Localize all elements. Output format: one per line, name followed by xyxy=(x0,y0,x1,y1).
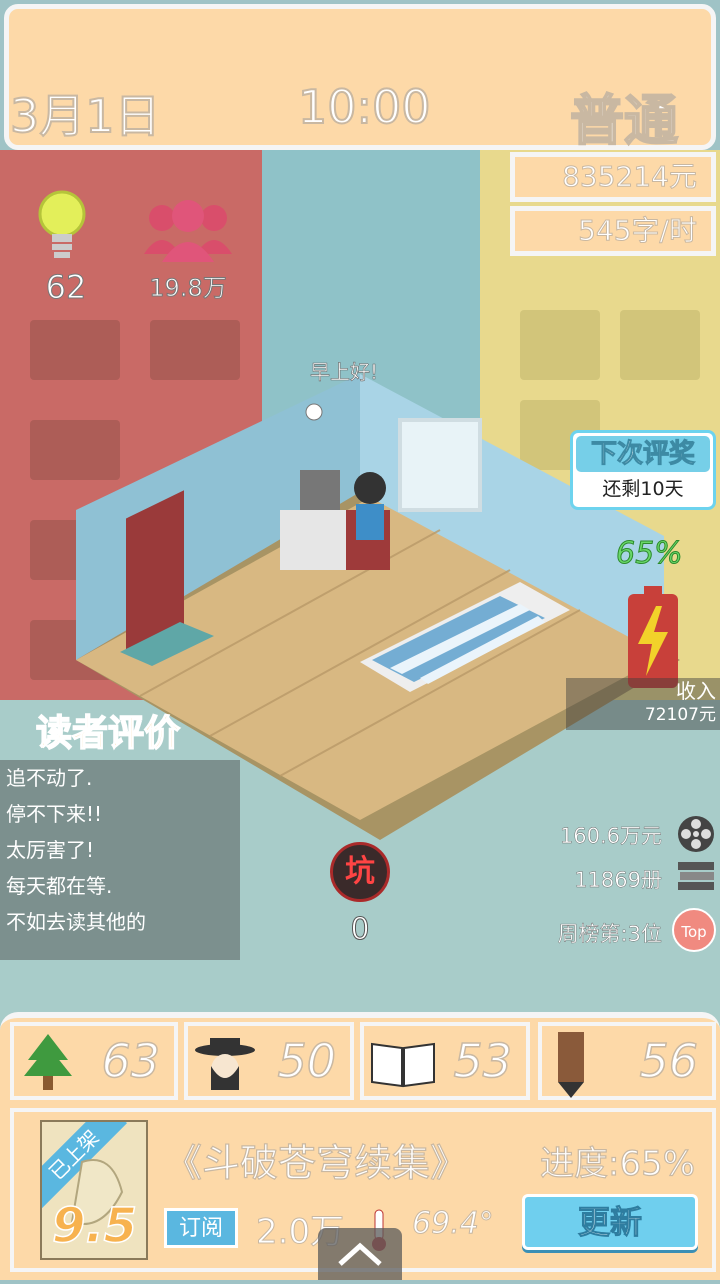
income-panel: 收入 72107元 xyxy=(566,678,720,730)
book-score: 9.5 xyxy=(51,1197,138,1255)
tree-icon xyxy=(24,1034,72,1090)
reader-reviews-list: 追不动了. 停不下来!! 太厉害了! 每天都在等. 不如去读其他的 xyxy=(0,760,240,960)
books-stack-icon xyxy=(678,862,714,890)
pit-button[interactable]: 坑 xyxy=(330,842,390,902)
reader-reviews-title: 读者评价 xyxy=(35,712,181,755)
chevron-up-icon xyxy=(338,1242,382,1266)
film-reel-icon xyxy=(678,816,714,852)
attribute-tree[interactable]: 63 xyxy=(10,1022,178,1100)
energy-percent: 65% xyxy=(616,536,684,572)
pit-count: 0 xyxy=(350,912,370,948)
wall-clock xyxy=(305,403,323,421)
top-rank-badge[interactable]: Top xyxy=(672,908,716,952)
inspiration-value: 62 xyxy=(45,268,87,307)
copies-sold-value: 11869册 xyxy=(574,868,662,892)
box-office-value: 160.6万元 xyxy=(559,824,663,848)
next-award-panel[interactable]: 下次评奖 还剩10天 xyxy=(570,430,716,510)
book-heat: 69.4° xyxy=(412,1206,495,1242)
subscribe-badge: 订阅 xyxy=(164,1208,238,1248)
attribute-character[interactable]: 50 xyxy=(184,1022,354,1100)
greeting-bubble: 早上好! xyxy=(310,360,379,385)
expand-panel-button[interactable] xyxy=(318,1228,402,1280)
review-item: 每天都在等. xyxy=(6,874,113,898)
attribute-book[interactable]: 53 xyxy=(360,1022,530,1100)
computer xyxy=(300,470,340,510)
award-title: 下次评奖 xyxy=(576,436,710,472)
update-button[interactable]: 更新 xyxy=(522,1194,698,1250)
money-display: 835214元 xyxy=(510,152,716,202)
date-display: 3月1日 xyxy=(9,88,162,144)
battery-icon[interactable] xyxy=(626,586,680,690)
difficulty-mode[interactable]: 普通 xyxy=(569,76,679,155)
lightbulb-icon[interactable] xyxy=(36,188,88,268)
attribute-pencil[interactable]: 56 xyxy=(538,1022,716,1100)
review-item: 追不动了. xyxy=(6,766,93,790)
writer xyxy=(354,472,386,504)
income-label: 收入 xyxy=(676,679,716,703)
fans-icon[interactable] xyxy=(142,196,234,266)
review-item: 不如去读其他的 xyxy=(6,910,146,934)
weekly-rank-value: 周榜第:3位 xyxy=(557,922,662,946)
desk xyxy=(280,510,350,570)
award-remaining: 还剩10天 xyxy=(602,478,684,500)
attribute-value: 53 xyxy=(453,1033,513,1089)
time-display: 10:00 xyxy=(297,79,432,135)
income-value: 72107元 xyxy=(644,705,716,725)
writing-speed-display: 545字/时 xyxy=(510,206,716,256)
window xyxy=(398,418,482,512)
character-icon xyxy=(195,1038,255,1090)
book-progress: 进度:65% xyxy=(539,1143,696,1184)
review-item: 停不下来!! xyxy=(6,802,103,826)
attribute-value: 56 xyxy=(639,1033,699,1089)
pencil-icon xyxy=(558,1032,584,1098)
attribute-value: 63 xyxy=(101,1033,161,1089)
book-title: 《斗破苍穹续集》 xyxy=(163,1140,469,1185)
attribute-value: 50 xyxy=(277,1033,337,1089)
fans-value: 19.8万 xyxy=(149,274,227,303)
review-item: 太厉害了! xyxy=(6,838,95,862)
book-icon xyxy=(371,1042,435,1088)
